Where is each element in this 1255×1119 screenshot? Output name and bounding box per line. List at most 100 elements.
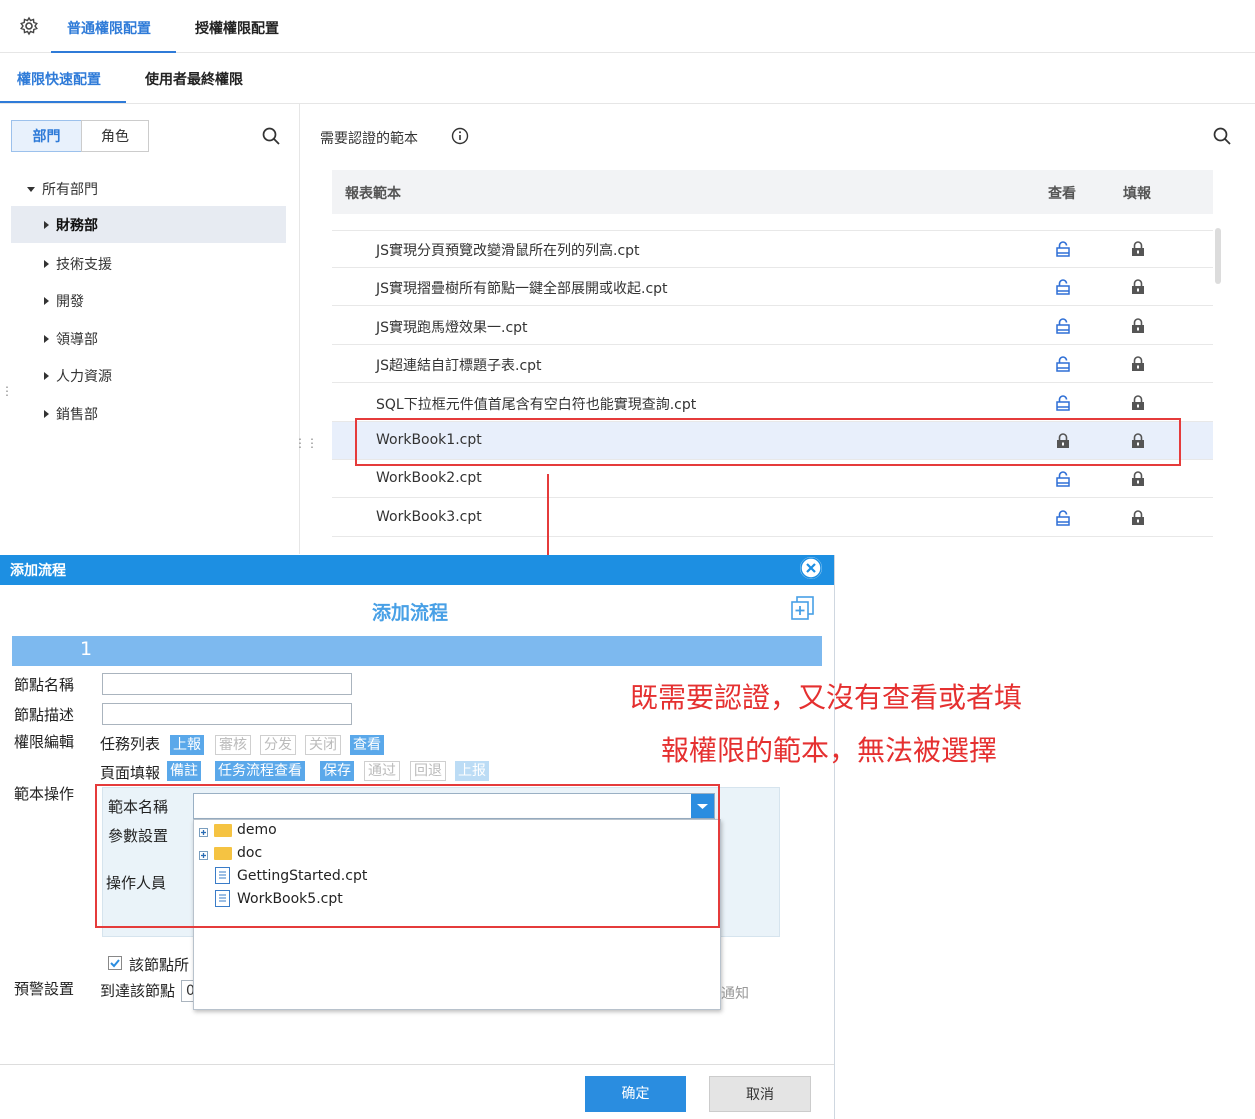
tree-item-leadership[interactable]: 領導部: [44, 329, 98, 349]
lock-icon[interactable]: [1131, 394, 1145, 411]
dialog-footer-divider: [0, 1064, 834, 1065]
tree-item-hr[interactable]: 人力資源: [44, 366, 112, 386]
gear-icon[interactable]: [18, 16, 40, 38]
expand-triangle-icon: [44, 221, 49, 229]
panel-splitter-handle[interactable]: ⋮⋮: [294, 437, 318, 449]
node-name-label: 節點名稱: [14, 676, 75, 694]
close-icon[interactable]: [800, 557, 822, 579]
table-row[interactable]: JS實現分頁預覽改變滑鼠所在列的列高.cpt: [332, 230, 1213, 268]
expand-triangle-icon: [44, 297, 49, 305]
unlock-icon[interactable]: [1056, 510, 1070, 526]
dialog-window-title: 添加流程: [10, 563, 66, 579]
collapse-triangle-icon: [27, 187, 35, 192]
node-checkbox-label: 該節點所: [129, 956, 190, 974]
tab-quick-config[interactable]: 權限快速配置: [17, 69, 101, 89]
template-op-label: 範本操作: [14, 785, 75, 803]
lock-icon[interactable]: [1131, 510, 1145, 526]
task-btn-distribute[interactable]: 分发: [260, 735, 296, 755]
table-row[interactable]: JS超連結自訂標題子表.cpt: [332, 345, 1213, 384]
tree-root[interactable]: 所有部門: [27, 179, 98, 199]
page-btn-rollback[interactable]: 回退: [410, 761, 446, 781]
page-fill-label: 頁面填報: [100, 764, 161, 782]
template-name: WorkBook2.cpt: [376, 470, 482, 487]
annotation-line-2: 報權限的範本，無法被選擇: [661, 734, 998, 767]
table-scrollbar[interactable]: [1215, 228, 1221, 284]
unlock-icon[interactable]: [1056, 279, 1070, 296]
expand-triangle-icon: [44, 335, 49, 343]
unlock-icon[interactable]: [1056, 241, 1070, 257]
perm-edit-label: 權限編輯: [14, 733, 75, 751]
lock-icon[interactable]: [1131, 279, 1145, 295]
panel-title: 需要認證的範本: [320, 131, 418, 147]
segment-department[interactable]: 部門: [11, 120, 82, 152]
table-row[interactable]: WorkBook2.cpt: [332, 460, 1213, 499]
task-btn-close[interactable]: 关闭: [305, 735, 341, 755]
dialog-titlebar: 添加流程: [0, 555, 834, 585]
template-name: JS實現跑馬燈效果一.cpt: [376, 319, 528, 336]
warning-setting-label: 預警設置: [14, 980, 75, 998]
search-icon[interactable]: [262, 127, 280, 145]
node-desc-input[interactable]: [102, 703, 352, 725]
arrive-node-label: 到達該節點: [100, 982, 176, 1000]
column-header-view: 查看: [1048, 186, 1076, 202]
node-desc-label: 節點描述: [14, 706, 75, 724]
table-row[interactable]: JS實現跑馬燈效果一.cpt: [332, 307, 1213, 345]
lock-icon[interactable]: [1131, 356, 1145, 372]
search-icon[interactable]: [1213, 127, 1231, 145]
annotation-line-1: 既需要認證，又沒有查看或者填: [630, 681, 1023, 714]
expand-triangle-icon: [44, 260, 49, 268]
table-row-partial: [332, 214, 1213, 231]
table-row[interactable]: SQL下拉框元件值首尾含有空白符也能實現查詢.cpt: [332, 384, 1213, 422]
add-node-icon[interactable]: [790, 595, 816, 621]
unlock-icon[interactable]: [1056, 471, 1070, 488]
page-btn-task-flow[interactable]: 任务流程查看: [215, 761, 305, 781]
active-subtab-indicator: [0, 101, 126, 103]
template-name: SQL下拉框元件值首尾含有空白符也能實現查詢.cpt: [376, 396, 697, 413]
unlock-icon[interactable]: [1056, 394, 1070, 411]
template-name: WorkBook3.cpt: [376, 508, 482, 525]
lock-icon[interactable]: [1131, 318, 1145, 334]
tree-item-development[interactable]: 開發: [44, 291, 84, 311]
page-btn-pass[interactable]: 通过: [364, 761, 400, 781]
table-header: [332, 170, 1213, 214]
tab-normal-permission[interactable]: 普通權限配置: [67, 18, 151, 38]
notify-label: 通知: [721, 986, 749, 1002]
dialog-heading: 添加流程: [372, 602, 449, 624]
template-name: JS超連結自訂標題子表.cpt: [376, 358, 542, 375]
unlock-icon[interactable]: [1056, 318, 1070, 334]
tab-authorization-permission[interactable]: 授權權限配置: [195, 18, 279, 38]
step-number: 1: [80, 638, 93, 660]
page-btn-note[interactable]: 備註: [167, 761, 201, 781]
task-btn-report[interactable]: 上報: [170, 735, 204, 755]
tree-item-finance[interactable]: 財務部: [44, 215, 98, 235]
tree-item-tech-support[interactable]: 技術支援: [44, 254, 112, 274]
tab-user-final-permission[interactable]: 使用者最終權限: [145, 69, 243, 89]
task-list-label: 任務列表: [100, 735, 161, 753]
top-tab-bar: [0, 0, 1255, 53]
lock-icon[interactable]: [1131, 241, 1145, 257]
table-row[interactable]: WorkBook3.cpt: [332, 499, 1213, 537]
step-bar: 1: [12, 636, 822, 666]
template-name: JS實現分頁預覽改變滑鼠所在列的列高.cpt: [376, 243, 640, 259]
confirm-button[interactable]: 确定: [585, 1076, 686, 1112]
lock-icon[interactable]: [1131, 471, 1145, 487]
table-row[interactable]: JS實現摺疊樹所有節點一鍵全部展開或收起.cpt: [332, 268, 1213, 307]
tree-item-sales[interactable]: 銷售部: [44, 404, 98, 424]
template-name: JS實現摺疊樹所有節點一鍵全部展開或收起.cpt: [376, 281, 668, 298]
expand-triangle-icon: [44, 410, 49, 418]
expand-triangle-icon: [44, 372, 49, 380]
node-checkbox[interactable]: [108, 956, 122, 970]
node-name-input[interactable]: [102, 673, 352, 695]
task-btn-view[interactable]: 查看: [350, 735, 384, 755]
unlock-icon[interactable]: [1056, 356, 1070, 372]
segment-role[interactable]: 角色: [81, 120, 149, 152]
highlight-box-workbook1: [355, 418, 1181, 466]
task-btn-review[interactable]: 審核: [215, 735, 251, 755]
page-btn-report[interactable]: 上报: [455, 761, 489, 781]
column-header-template: 報表範本: [345, 186, 401, 202]
highlight-box-template: [95, 784, 720, 928]
resize-handle-left[interactable]: ⋮: [1, 385, 13, 397]
info-icon[interactable]: [451, 127, 469, 145]
cancel-button[interactable]: 取消: [709, 1076, 811, 1112]
page-btn-save[interactable]: 保存: [320, 761, 354, 781]
